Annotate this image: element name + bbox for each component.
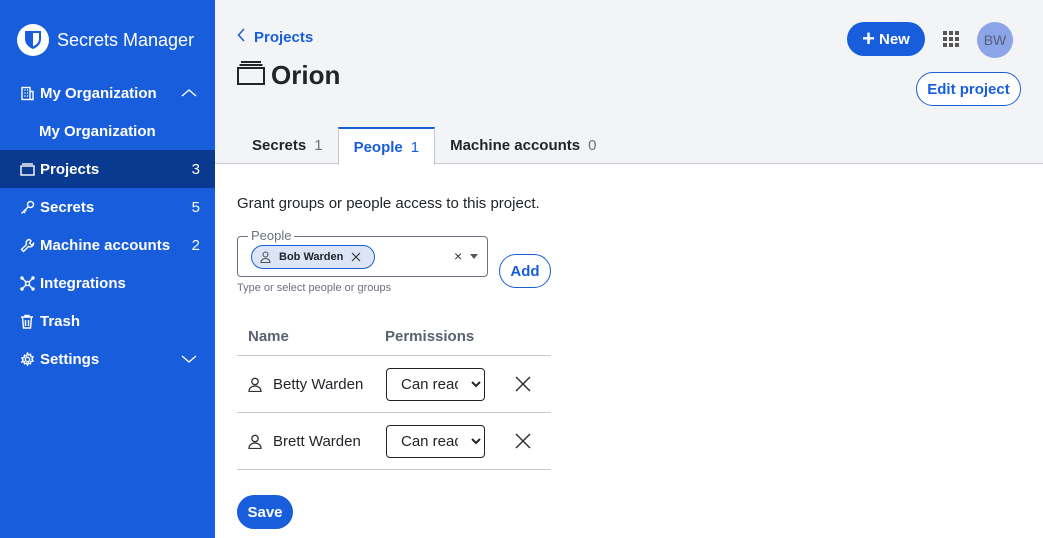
breadcrumb-link[interactable]: Projects [254, 29, 313, 46]
tab-label: People [353, 138, 403, 156]
tab-count: 0 [588, 137, 597, 154]
folder-icon [19, 161, 35, 177]
new-button[interactable]: + New [847, 22, 925, 56]
permission-select[interactable]: Can read [386, 367, 485, 401]
people-field-label: People [248, 228, 295, 243]
gear-icon [19, 351, 35, 367]
sidebar-item-label: My Organization [39, 122, 156, 140]
access-table: Name Permissions Betty Warden Can read B… [237, 318, 551, 470]
brand[interactable]: Secrets Manager [17, 24, 194, 56]
trash-icon [19, 313, 35, 329]
selected-person-chip[interactable]: Bob Warden [251, 245, 375, 269]
table-row: Betty Warden Can read [237, 356, 551, 413]
breadcrumb[interactable]: Projects [237, 28, 313, 46]
person-icon [248, 434, 264, 449]
page-title-row: Orion [237, 60, 340, 91]
chip-label: Bob Warden [279, 251, 344, 263]
column-header-name: Name [248, 328, 289, 345]
table-header: Name Permissions [237, 318, 551, 356]
table-row: Brett Warden Can read [237, 413, 551, 470]
product-switcher-icon[interactable] [943, 31, 959, 47]
app-name: Secrets Manager [57, 29, 195, 50]
avatar[interactable]: BW [977, 22, 1013, 58]
sidebar-item-settings[interactable]: Settings [0, 340, 215, 378]
sidebar: Secrets Manager My Organization My Organ… [0, 0, 215, 538]
project-icon [237, 61, 265, 90]
save-button[interactable]: Save [237, 495, 293, 529]
person-icon [260, 251, 271, 263]
tab-secrets[interactable]: Secrets 1 [237, 127, 338, 164]
sidebar-item-machine-accounts[interactable]: Machine accounts 2 [0, 226, 215, 264]
sidebar-item-label: Projects [40, 160, 100, 178]
close-icon[interactable] [515, 376, 531, 392]
sidebar-item-label: Secrets [40, 198, 95, 216]
building-icon [19, 85, 35, 101]
sidebar-item-label: Settings [40, 350, 100, 368]
tab-bar: Secrets 1 People 1 Machine accounts 0 [237, 127, 611, 165]
sidebar-item-organization-sub[interactable]: My Organization [0, 112, 215, 150]
remove-chip-icon[interactable] [351, 252, 361, 262]
sidebar-item-projects[interactable]: Projects 3 [0, 150, 215, 188]
sidebar-item-organization[interactable]: My Organization [0, 74, 215, 112]
tab-count: 1 [314, 137, 323, 154]
sidebar-item-label: Integrations [40, 274, 126, 292]
plus-icon: + [862, 26, 875, 51]
tab-label: Machine accounts [450, 137, 581, 154]
sidebar-item-count: 2 [191, 236, 200, 254]
person-name: Brett Warden [273, 432, 361, 450]
sidebar-item-count: 5 [191, 198, 200, 216]
people-field-hint: Type or select people or groups [237, 282, 392, 294]
shield-icon [17, 24, 49, 56]
clear-selection-icon[interactable]: × [454, 248, 462, 264]
sidebar-item-integrations[interactable]: Integrations [0, 264, 215, 302]
page-header: Projects Orion + New BW Edit project Sec… [215, 0, 1043, 165]
chevron-up-icon[interactable] [181, 85, 197, 102]
access-intro: Grant groups or people access to this pr… [237, 195, 540, 212]
sidebar-item-count: 3 [191, 160, 200, 178]
sidebar-item-label: Machine accounts [40, 236, 171, 254]
tab-machine-accounts[interactable]: Machine accounts 0 [435, 127, 611, 164]
new-button-label: New [879, 30, 910, 48]
chevron-left-icon [237, 28, 246, 46]
sidebar-item-label: My Organization [40, 84, 157, 102]
tab-label: Secrets [252, 137, 307, 154]
key-icon [19, 199, 35, 215]
page-title: Orion [271, 60, 341, 90]
person-icon [248, 377, 264, 392]
integrations-icon [19, 275, 35, 291]
dropdown-caret-icon[interactable] [470, 254, 478, 259]
permission-select[interactable]: Can read [386, 424, 485, 458]
sidebar-item-label: Trash [40, 312, 81, 330]
tab-count: 1 [410, 138, 420, 156]
edit-project-button[interactable]: Edit project [916, 72, 1021, 106]
wrench-icon [19, 237, 35, 253]
add-button[interactable]: Add [499, 254, 551, 288]
sidebar-item-secrets[interactable]: Secrets 5 [0, 188, 215, 226]
tab-people[interactable]: People 1 [337, 127, 436, 165]
column-header-permissions: Permissions [385, 328, 475, 345]
close-icon[interactable] [515, 433, 531, 449]
person-name: Betty Warden [273, 375, 364, 393]
people-multiselect[interactable]: People Bob Warden × [237, 228, 488, 277]
sidebar-item-trash[interactable]: Trash [0, 302, 215, 340]
chevron-down-icon[interactable] [181, 351, 197, 368]
